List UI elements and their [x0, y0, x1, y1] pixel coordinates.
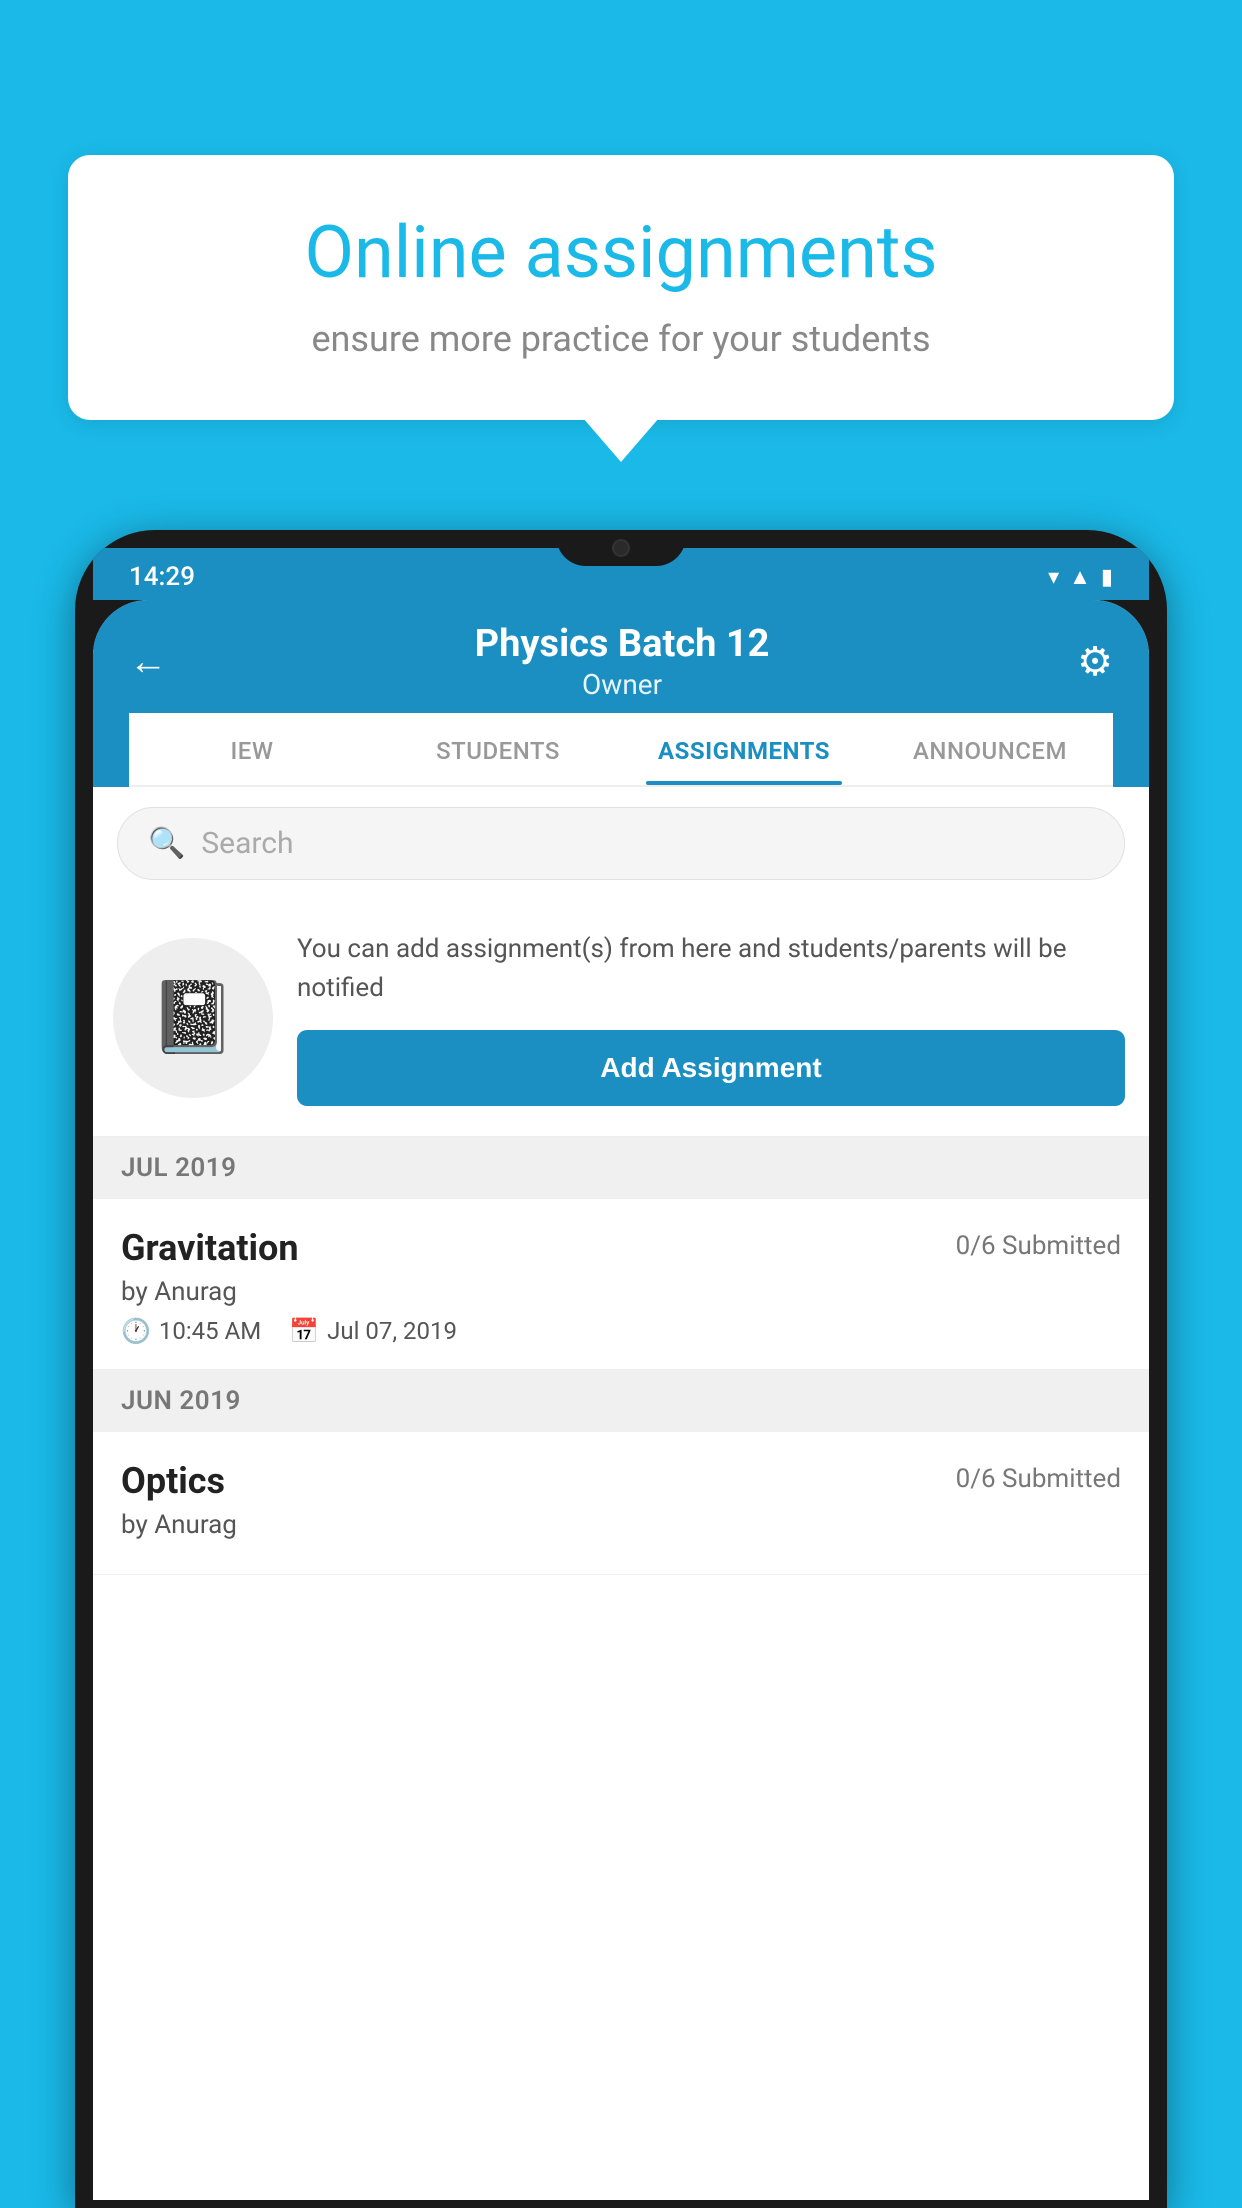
assignment-submitted: 0/6 Submitted: [956, 1231, 1121, 1261]
notebook-icon: 📓: [149, 977, 236, 1059]
assignment-item-gravitation[interactable]: Gravitation 0/6 Submitted by Anurag 🕐 10…: [93, 1199, 1149, 1370]
assignment-name: Gravitation: [121, 1227, 299, 1269]
search-container: 🔍 Search: [93, 787, 1149, 900]
header-title-group: Physics Batch 12 Owner: [167, 622, 1077, 701]
tab-announcements[interactable]: ANNOUNCEM: [867, 713, 1113, 785]
phone-mockup: 14:29 ▾ ▲ ▮ ← Physics Batch 12 Owner ⚙: [75, 530, 1167, 2208]
speech-bubble-container: Online assignments ensure more practice …: [68, 155, 1174, 420]
back-button[interactable]: ←: [129, 640, 167, 684]
tab-assignments[interactable]: ASSIGNMENTS: [621, 713, 867, 785]
phone-outer: 14:29 ▾ ▲ ▮ ← Physics Batch 12 Owner ⚙: [75, 530, 1167, 2208]
search-bar[interactable]: 🔍 Search: [117, 807, 1125, 880]
promo-description: You can add assignment(s) from here and …: [297, 930, 1125, 1008]
speech-bubble: Online assignments ensure more practice …: [68, 155, 1174, 420]
assignment-name-optics: Optics: [121, 1460, 225, 1502]
assignment-by-optics: by Anurag: [121, 1510, 1121, 1540]
tabs-bar: IEW STUDENTS ASSIGNMENTS ANNOUNCEM: [129, 713, 1113, 787]
assignment-row: Gravitation 0/6 Submitted: [121, 1227, 1121, 1269]
wifi-icon: ▾: [1048, 565, 1059, 590]
app-screen: ← Physics Batch 12 Owner ⚙ IEW STUDENTS: [93, 600, 1149, 2200]
month-separator-jul: JUL 2019: [93, 1137, 1149, 1199]
bubble-title: Online assignments: [128, 210, 1114, 296]
promo-content: You can add assignment(s) from here and …: [297, 930, 1125, 1106]
bubble-subtitle: ensure more practice for your students: [128, 314, 1114, 364]
tab-overview[interactable]: IEW: [129, 713, 375, 785]
promo-section: 📓 You can add assignment(s) from here an…: [93, 900, 1149, 1137]
app-header: ← Physics Batch 12 Owner ⚙ IEW STUDENTS: [93, 600, 1149, 787]
assignment-submitted-optics: 0/6 Submitted: [956, 1464, 1121, 1494]
phone-notch: [556, 530, 686, 566]
assignment-by: by Anurag: [121, 1277, 1121, 1307]
owner-label: Owner: [167, 668, 1077, 701]
assignment-date: 📅 Jul 07, 2019: [289, 1317, 457, 1345]
assignment-meta: 🕐 10:45 AM 📅 Jul 07, 2019: [121, 1317, 1121, 1345]
settings-icon[interactable]: ⚙: [1077, 638, 1113, 685]
batch-title: Physics Batch 12: [167, 622, 1077, 666]
assignment-row-optics: Optics 0/6 Submitted: [121, 1460, 1121, 1502]
search-icon: 🔍: [148, 826, 185, 861]
tab-students[interactable]: STUDENTS: [375, 713, 621, 785]
calendar-icon: 📅: [289, 1317, 319, 1345]
signal-icon: ▲: [1069, 564, 1091, 590]
header-row: ← Physics Batch 12 Owner ⚙: [129, 622, 1113, 713]
assignment-time: 🕐 10:45 AM: [121, 1317, 261, 1345]
assignment-icon-circle: 📓: [113, 938, 273, 1098]
search-placeholder: Search: [201, 826, 293, 861]
status-time: 14:29: [129, 562, 195, 592]
date-value: Jul 07, 2019: [327, 1317, 457, 1345]
time-value: 10:45 AM: [159, 1317, 261, 1345]
add-assignment-button[interactable]: Add Assignment: [297, 1030, 1125, 1106]
camera-dot: [612, 539, 630, 557]
status-icons: ▾ ▲ ▮: [1048, 564, 1113, 590]
assignment-item-optics[interactable]: Optics 0/6 Submitted by Anurag: [93, 1432, 1149, 1575]
clock-icon: 🕐: [121, 1317, 151, 1345]
month-separator-jun: JUN 2019: [93, 1370, 1149, 1432]
battery-icon: ▮: [1101, 565, 1113, 590]
